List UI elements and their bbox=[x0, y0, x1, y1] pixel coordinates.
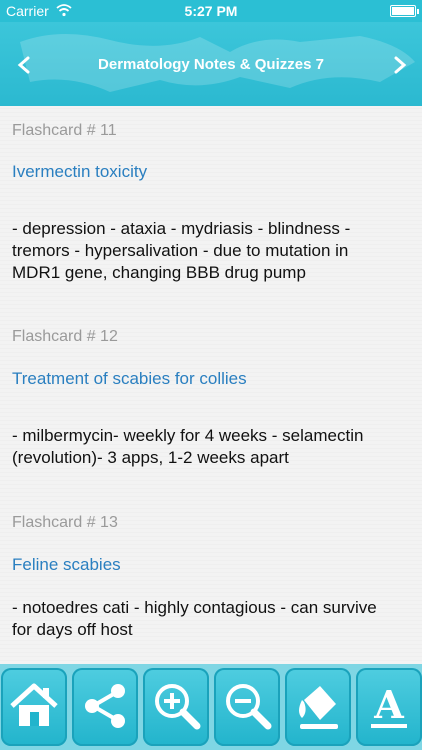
font-button[interactable]: A bbox=[356, 668, 422, 746]
flashcard-line: (revolution)- 3 apps, 1-2 weeks apart bbox=[12, 448, 289, 467]
bottom-toolbar: A bbox=[0, 664, 422, 750]
zoom-out-button[interactable] bbox=[214, 668, 280, 746]
chevron-left-icon[interactable] bbox=[14, 54, 36, 76]
zoom-out-icon bbox=[226, 684, 272, 730]
flashcard-list: Flashcard # 11 Ivermectin toxicity - dep… bbox=[0, 106, 422, 664]
flashcard-body: - milbermycin- weekly for 4 weeks - sela… bbox=[12, 425, 412, 469]
home-button[interactable] bbox=[1, 668, 67, 746]
flashcard-line: MDR1 gene, changing BBB drug pump bbox=[12, 263, 306, 282]
zoom-in-button[interactable] bbox=[143, 668, 209, 746]
flashcard-line: - milbermycin- weekly for 4 weeks - sela… bbox=[12, 426, 364, 445]
battery-level bbox=[392, 7, 414, 15]
paint-bucket-button[interactable] bbox=[285, 668, 351, 746]
flashcard-line: for days off host bbox=[12, 620, 133, 639]
status-bar: Carrier 5:27 PM bbox=[0, 0, 422, 22]
font-button-letter: A bbox=[373, 682, 404, 727]
flashcard-body: - depression - ataxia - mydriasis - blin… bbox=[12, 218, 412, 284]
flashcard-body: - notoedres cati - highly contagious - c… bbox=[12, 597, 412, 641]
chevron-right-icon[interactable] bbox=[388, 54, 410, 76]
page-title: Dermatology Notes & Quizzes 7 bbox=[98, 56, 324, 73]
flashcard-number: Flashcard # 11 bbox=[12, 122, 117, 139]
font-icon: A bbox=[371, 682, 407, 728]
flashcard-number: Flashcard # 12 bbox=[12, 328, 118, 345]
zoom-in-icon bbox=[155, 684, 201, 730]
flashcard-line: - depression - ataxia - mydriasis - blin… bbox=[12, 219, 351, 238]
flashcard-topic[interactable]: Ivermectin toxicity bbox=[12, 162, 147, 182]
flashcard-topic[interactable]: Feline scabies bbox=[12, 555, 121, 575]
flashcard-line: tremors - hypersalivation - due to mutat… bbox=[12, 241, 349, 260]
paint-bucket-icon bbox=[299, 686, 338, 729]
clock: 5:27 PM bbox=[184, 3, 238, 19]
flashcard: Flashcard # 13 Feline scabies - notoedre… bbox=[12, 514, 412, 644]
home-icon bbox=[10, 683, 58, 726]
flashcard: Flashcard # 11 Ivermectin toxicity - dep… bbox=[12, 122, 412, 282]
flashcard-topic[interactable]: Treatment of scabies for collies bbox=[12, 369, 247, 389]
share-button[interactable] bbox=[72, 668, 138, 746]
flashcard: Flashcard # 12 Treatment of scabies for … bbox=[12, 328, 412, 467]
battery-icon bbox=[390, 5, 419, 17]
flashcard-line: - notoedres cati - highly contagious - c… bbox=[12, 598, 377, 617]
share-icon bbox=[85, 684, 125, 728]
app-header: Dermatology Notes & Quizzes 7 bbox=[0, 22, 422, 106]
flashcard-number: Flashcard # 13 bbox=[12, 514, 118, 531]
